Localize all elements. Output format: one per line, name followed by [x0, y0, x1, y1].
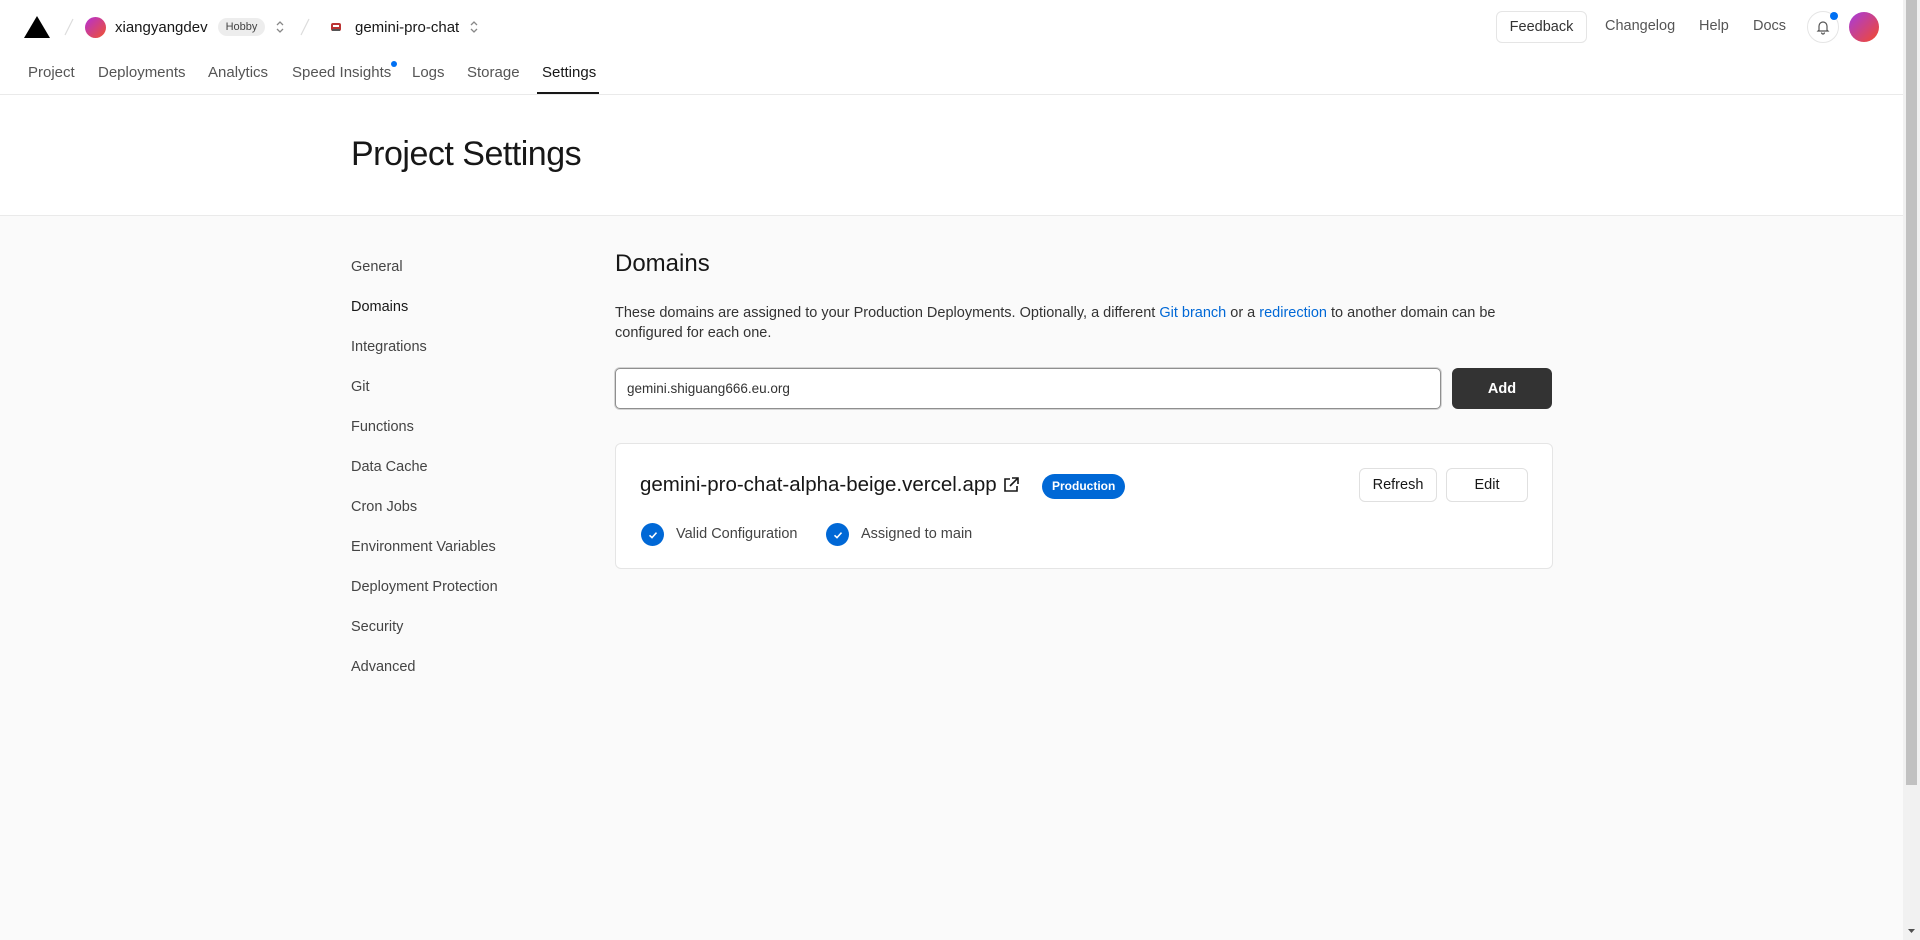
refresh-button[interactable]: Refresh: [1359, 468, 1437, 502]
edit-button[interactable]: Edit: [1446, 468, 1528, 502]
git-branch-link[interactable]: Git branch: [1159, 305, 1226, 321]
desc-text: These domains are assigned to your Produ…: [615, 305, 1160, 321]
check-circle-icon: [641, 523, 664, 546]
tab-deployments[interactable]: Deployments: [98, 64, 186, 81]
sidebar-item-advanced[interactable]: Advanced: [351, 659, 416, 675]
team-avatar: [85, 16, 106, 38]
valid-configuration-status: Valid Configuration: [676, 526, 798, 542]
assigned-branch-status: Assigned to main: [861, 526, 973, 542]
redirection-link[interactable]: redirection: [1259, 305, 1327, 321]
production-badge: Production: [1042, 474, 1126, 499]
user-avatar[interactable]: [1849, 12, 1879, 42]
plan-badge: Hobby: [217, 18, 266, 36]
team-switcher[interactable]: xiangyangdev Hobby: [85, 15, 286, 39]
docs-link[interactable]: Docs: [1753, 18, 1786, 34]
top-bar: xiangyangdev Hobby gemini-pro-chat Feedb…: [0, 0, 1903, 54]
notification-dot: [1830, 12, 1838, 20]
project-name: gemini-pro-chat: [355, 18, 460, 36]
sidebar-item-domains[interactable]: Domains: [351, 299, 408, 315]
active-tab-indicator: [537, 92, 599, 94]
project-nav: Project Deployments Analytics Speed Insi…: [0, 54, 1903, 95]
scrollbar-thumb[interactable]: [1906, 0, 1917, 785]
tab-settings[interactable]: Settings: [542, 64, 596, 81]
help-link[interactable]: Help: [1699, 18, 1729, 34]
sidebar-item-security[interactable]: Security: [351, 619, 403, 635]
sidebar-item-data-cache[interactable]: Data Cache: [351, 459, 428, 475]
add-button[interactable]: Add: [1452, 368, 1552, 409]
tab-analytics[interactable]: Analytics: [208, 64, 268, 81]
tab-speed-insights[interactable]: Speed Insights: [292, 64, 391, 81]
sidebar-item-functions[interactable]: Functions: [351, 419, 414, 435]
domain-input[interactable]: [615, 368, 1441, 409]
team-name: xiangyangdev: [115, 18, 208, 36]
scroll-down-arrow-icon[interactable]: [1906, 926, 1917, 936]
project-switcher[interactable]: gemini-pro-chat: [329, 15, 480, 39]
sidebar-item-general[interactable]: General: [351, 259, 403, 275]
domains-title: Domains: [615, 250, 710, 277]
speed-insights-dot: [391, 61, 397, 67]
vercel-logo-icon[interactable]: [24, 16, 50, 38]
sidebar-item-deployment-protection[interactable]: Deployment Protection: [351, 579, 498, 595]
chevron-updown-icon[interactable]: [274, 19, 286, 35]
project-icon: [331, 23, 341, 31]
divider-slash-icon: [64, 18, 74, 36]
divider-slash-icon: [300, 18, 310, 36]
tab-logs[interactable]: Logs: [412, 64, 445, 81]
domain-card: gemini-pro-chat-alpha-beige.vercel.app P…: [615, 443, 1553, 569]
feedback-button[interactable]: Feedback: [1496, 11, 1587, 43]
sidebar-item-git[interactable]: Git: [351, 379, 370, 395]
title-bar: Project Settings: [0, 95, 1903, 216]
changelog-link[interactable]: Changelog: [1605, 18, 1675, 34]
sidebar-item-cron-jobs[interactable]: Cron Jobs: [351, 499, 417, 515]
sidebar-item-environment-variables[interactable]: Environment Variables: [351, 539, 496, 555]
tab-project[interactable]: Project: [28, 64, 75, 81]
domain-name: gemini-pro-chat-alpha-beige.vercel.app: [640, 473, 997, 496]
tab-storage[interactable]: Storage: [467, 64, 520, 81]
domain-link[interactable]: gemini-pro-chat-alpha-beige.vercel.app: [640, 473, 1021, 497]
page-title: Project Settings: [351, 135, 582, 173]
external-link-icon: [1003, 477, 1019, 492]
desc-text: or a: [1226, 305, 1260, 321]
chevron-updown-icon[interactable]: [468, 19, 480, 35]
bell-icon: [1816, 21, 1830, 35]
domains-description: These domains are assigned to your Produ…: [615, 303, 1515, 343]
sidebar-item-integrations[interactable]: Integrations: [351, 339, 427, 355]
check-circle-icon: [826, 523, 849, 546]
app-header: xiangyangdev Hobby gemini-pro-chat Feedb…: [0, 0, 1903, 95]
